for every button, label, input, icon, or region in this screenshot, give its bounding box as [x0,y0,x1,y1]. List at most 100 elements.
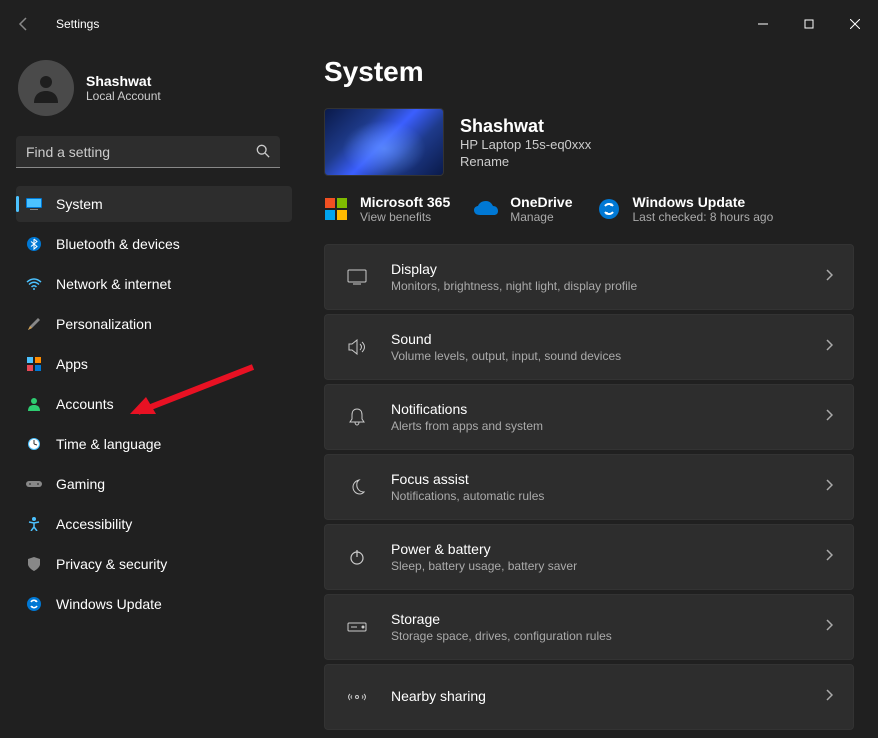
nav-label: Accounts [56,396,114,412]
nav-label: Personalization [56,316,152,332]
setting-notifications[interactable]: Notifications Alerts from apps and syste… [324,384,854,450]
minimize-button[interactable] [740,8,786,40]
power-icon [345,545,369,569]
sidebar-item-bluetooth[interactable]: Bluetooth & devices [16,226,292,262]
sidebar-item-accounts[interactable]: Accounts [16,386,292,422]
sidebar-item-gaming[interactable]: Gaming [16,466,292,502]
service-sub: View benefits [360,210,450,224]
chevron-right-icon [825,338,833,356]
setting-sub: Sleep, battery usage, battery saver [391,559,825,573]
setting-storage[interactable]: Storage Storage space, drives, configura… [324,594,854,660]
nav-label: Network & internet [56,276,171,292]
sidebar-item-apps[interactable]: Apps [16,346,292,382]
chevron-right-icon [825,688,833,706]
system-icon [26,196,42,212]
setting-title: Notifications [391,401,825,417]
setting-focus[interactable]: Focus assist Notifications, automatic ru… [324,454,854,520]
sidebar-item-time[interactable]: Time & language [16,426,292,462]
setting-sub: Notifications, automatic rules [391,489,825,503]
device-model: HP Laptop 15s-eq0xxx [460,137,591,152]
page-title: System [324,56,854,88]
chevron-right-icon [825,408,833,426]
content-area: System Shashwat HP Laptop 15s-eq0xxx Ren… [300,48,878,738]
onedrive-icon [474,197,498,221]
device-thumbnail[interactable] [324,108,444,176]
service-ms365[interactable]: Microsoft 365 View benefits [324,194,450,224]
nav-label: Accessibility [56,516,132,532]
wifi-icon [26,276,42,292]
maximize-button[interactable] [786,8,832,40]
back-button[interactable] [8,8,40,40]
update-icon [26,596,42,612]
sidebar-item-privacy[interactable]: Privacy & security [16,546,292,582]
shield-icon [26,556,42,572]
user-name: Shashwat [86,73,161,89]
sidebar-item-system[interactable]: System [16,186,292,222]
sidebar-item-update[interactable]: Windows Update [16,586,292,622]
setting-sub: Monitors, brightness, night light, displ… [391,279,825,293]
setting-title: Power & battery [391,541,825,557]
ms365-icon [324,197,348,221]
nav-label: Windows Update [56,596,162,612]
titlebar: Settings [0,0,878,48]
search-icon [256,144,270,163]
service-title: Windows Update [633,194,774,210]
setting-title: Storage [391,611,825,627]
chevron-right-icon [825,478,833,496]
window-title: Settings [56,17,99,31]
chevron-right-icon [825,548,833,566]
nav-label: Time & language [56,436,161,452]
close-button[interactable] [832,8,878,40]
user-account-type: Local Account [86,89,161,103]
service-onedrive[interactable]: OneDrive Manage [474,194,572,224]
sound-icon [345,335,369,359]
windows-update-icon [597,197,621,221]
setting-display[interactable]: Display Monitors, brightness, night ligh… [324,244,854,310]
nearby-icon [345,685,369,709]
settings-list: Display Monitors, brightness, night ligh… [324,244,854,730]
service-row: Microsoft 365 View benefits OneDrive Man… [324,194,854,224]
search-box [16,136,280,168]
chevron-right-icon [825,618,833,636]
service-title: Microsoft 365 [360,194,450,210]
nav-list: System Bluetooth & devices Network & int… [16,186,292,622]
setting-power[interactable]: Power & battery Sleep, battery usage, ba… [324,524,854,590]
device-name: Shashwat [460,116,591,137]
search-input[interactable] [16,136,280,168]
paintbrush-icon [26,316,42,332]
sidebar-item-personalization[interactable]: Personalization [16,306,292,342]
storage-icon [345,615,369,639]
device-header: Shashwat HP Laptop 15s-eq0xxx Rename [324,108,854,176]
sidebar-item-network[interactable]: Network & internet [16,266,292,302]
apps-icon [26,356,42,372]
setting-sub: Storage space, drives, configuration rul… [391,629,825,643]
service-update[interactable]: Windows Update Last checked: 8 hours ago [597,194,774,224]
display-icon [345,265,369,289]
nav-label: Apps [56,356,88,372]
moon-icon [345,475,369,499]
sidebar-item-accessibility[interactable]: Accessibility [16,506,292,542]
user-profile[interactable]: Shashwat Local Account [16,56,292,136]
sidebar: Shashwat Local Account System Bluetooth … [0,48,300,738]
setting-title: Focus assist [391,471,825,487]
bell-icon [345,405,369,429]
setting-sub: Alerts from apps and system [391,419,825,433]
setting-sub: Volume levels, output, input, sound devi… [391,349,825,363]
setting-title: Nearby sharing [391,688,825,704]
clock-icon [26,436,42,452]
nav-label: Bluetooth & devices [56,236,180,252]
accessibility-icon [26,516,42,532]
service-sub: Last checked: 8 hours ago [633,210,774,224]
service-sub: Manage [510,210,572,224]
rename-link[interactable]: Rename [460,154,591,169]
person-icon [26,396,42,412]
setting-nearby[interactable]: Nearby sharing [324,664,854,730]
avatar [18,60,74,116]
nav-label: System [56,196,103,212]
setting-title: Sound [391,331,825,347]
bluetooth-icon [26,236,42,252]
setting-title: Display [391,261,825,277]
nav-label: Privacy & security [56,556,167,572]
setting-sound[interactable]: Sound Volume levels, output, input, soun… [324,314,854,380]
nav-label: Gaming [56,476,105,492]
